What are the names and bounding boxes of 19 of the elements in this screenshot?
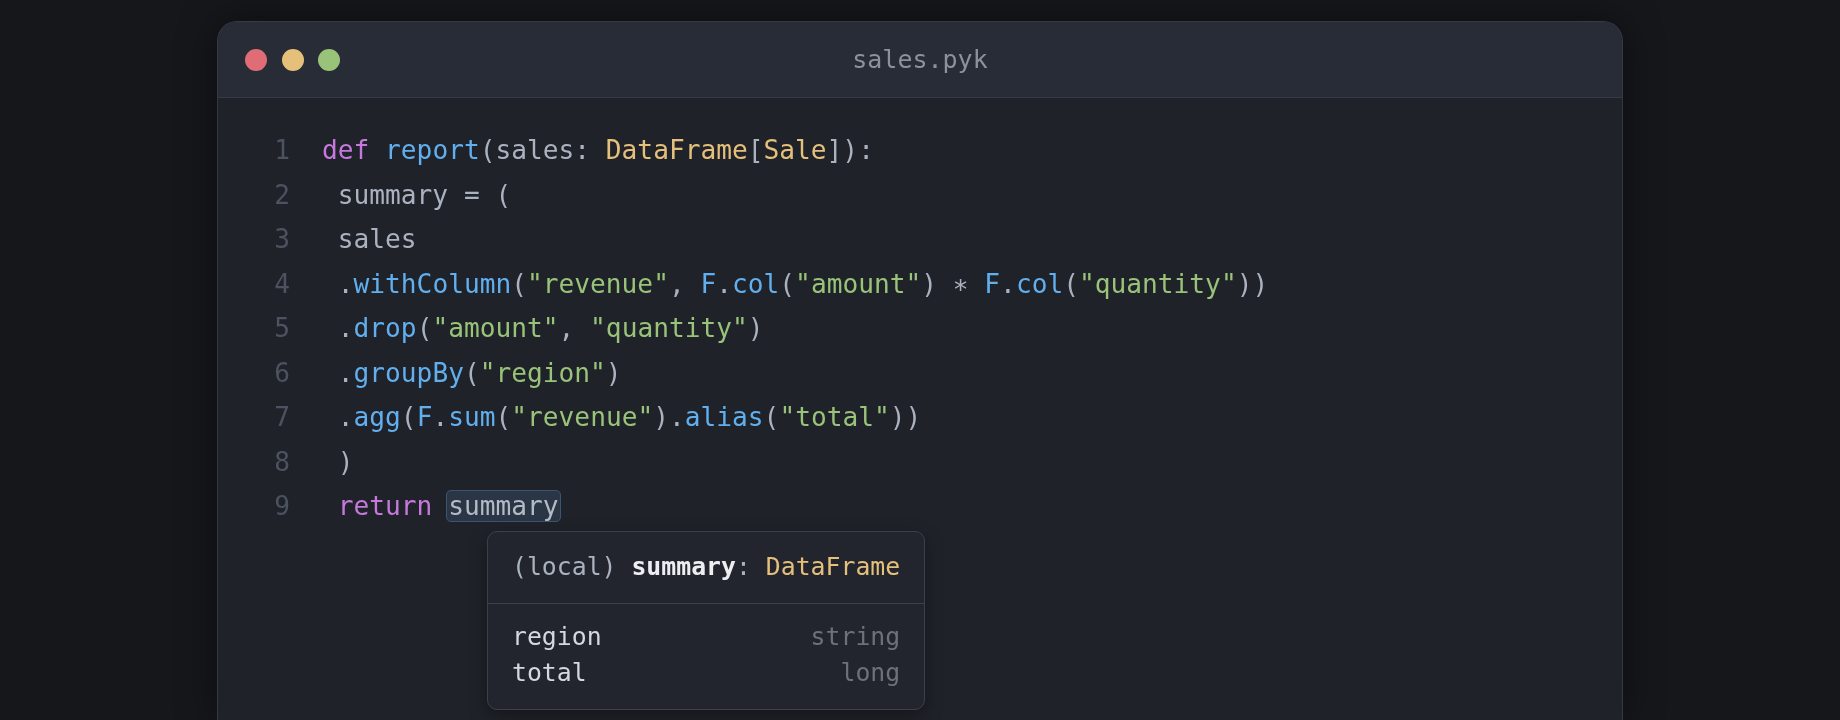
field-name: region	[512, 621, 602, 653]
type-signature: (local) summary: DataFrame	[512, 552, 901, 581]
code-text: def report(sales: DataFrame[Sale]):	[322, 135, 874, 165]
code-text: summary = (	[337, 179, 512, 210]
code-text: .agg(F.sum("revenue").alias("total"))	[337, 402, 922, 432]
code-text: .groupBy("region")	[337, 357, 622, 388]
code-text: sales	[337, 224, 417, 254]
code-text: .withColumn("revenue", F.col("amount") ∗ F.col("quantity"))	[337, 268, 1269, 299]
field-type: string	[810, 621, 901, 653]
maximize-button[interactable]	[318, 48, 340, 71]
code-text: )	[337, 446, 354, 477]
window-title: sales.pyk	[852, 45, 988, 74]
code-text: .drop("amount", "quantity")	[337, 313, 764, 343]
highlighted-symbol: summary	[446, 490, 561, 522]
close-button[interactable]	[245, 48, 267, 71]
field-name: total	[512, 657, 587, 689]
code-text: return	[337, 491, 434, 521]
field-type: long	[840, 657, 901, 689]
minimize-button[interactable]	[281, 48, 304, 71]
